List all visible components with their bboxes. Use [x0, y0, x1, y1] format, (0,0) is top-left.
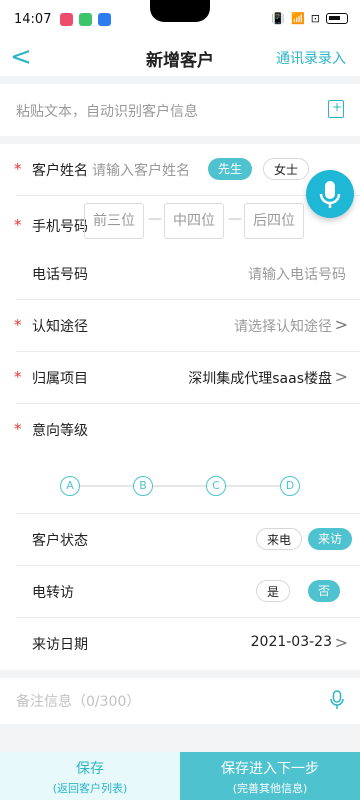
paste-icon[interactable] — [328, 100, 344, 118]
level-option-b[interactable]: B — [133, 476, 153, 496]
required-mark: * — [14, 420, 22, 438]
channel-select[interactable]: 请选择认知途径 — [234, 316, 332, 336]
voice-input-button[interactable] — [306, 170, 354, 218]
microphone-icon — [319, 181, 341, 208]
gender-mr-button[interactable]: 先生 — [208, 158, 253, 180]
status-indicators: 📳 📶 ⊡ — [271, 12, 348, 25]
save-next-button[interactable]: 保存进入下一步 (完善其他信息) — [180, 752, 360, 800]
level-option-d[interactable]: D — [280, 476, 300, 496]
status-visit-button[interactable]: 来访 — [308, 528, 353, 550]
project-select[interactable]: 深圳集成代理saas楼盘 — [188, 368, 332, 388]
camera-notch — [150, 0, 210, 22]
microphone-icon[interactable] — [330, 690, 344, 710]
save-label: 保存 — [76, 761, 104, 777]
note-field[interactable]: 备注信息（0/300） — [0, 678, 360, 724]
transfer-label: 电转访 — [32, 585, 74, 601]
required-mark: * — [14, 160, 22, 178]
mobile-separator: — — [148, 211, 162, 227]
mobile-part2-input[interactable]: 中四位 — [164, 203, 224, 239]
chevron-right-icon: > — [334, 315, 348, 334]
transfer-no-button[interactable]: 否 — [308, 580, 341, 602]
visit-date-value[interactable]: 2021-03-23 — [251, 634, 332, 650]
chevron-right-icon: > — [334, 367, 348, 386]
mobile-part3-input[interactable]: 后四位 — [244, 203, 304, 239]
gender-ms-button[interactable]: 女士 — [263, 158, 310, 180]
transfer-row: 电转访 是 否 — [16, 566, 360, 618]
cast-icon: ⊡ — [310, 12, 320, 25]
wifi-icon: 📶 — [291, 12, 305, 25]
project-label: 归属项目 — [32, 371, 88, 387]
note-placeholder: 备注信息（0/300） — [16, 694, 141, 710]
wechat-app-icon — [79, 13, 92, 26]
required-mark: * — [14, 368, 22, 386]
level-option-a[interactable]: A — [60, 476, 80, 496]
chevron-right-icon: > — [334, 633, 348, 652]
status-time: 14:07 — [14, 12, 52, 27]
battery-icon — [326, 13, 348, 24]
customer-form: * 客户姓名 请输入客户姓名 先生 女士 * 手机号码 前三位 — 中四位 — … — [0, 144, 360, 670]
nav-bar: < 新增客户 通讯录录入 — [0, 40, 360, 76]
mobile-label: 手机号码 — [32, 219, 88, 235]
status-call-button[interactable]: 来电 — [256, 528, 303, 550]
save-sublabel: (返回客户列表) — [52, 782, 128, 795]
phone-row[interactable]: 电话号码 请输入电话号码 — [16, 248, 360, 300]
paste-text-field[interactable]: 粘贴文本，自动识别客户信息 — [0, 84, 360, 136]
save-button[interactable]: 保存 (返回客户列表) — [0, 752, 180, 800]
status-app-icons — [60, 13, 111, 26]
level-label: 意向等级 — [32, 423, 88, 439]
phone-label: 电话号码 — [32, 267, 88, 283]
channel-row[interactable]: * 认知途径 请选择认知途径 > — [14, 300, 360, 352]
level-track[interactable]: A B C D — [60, 476, 300, 496]
visit-date-label: 来访日期 — [32, 637, 88, 653]
visit-date-row[interactable]: 来访日期 2021-03-23 > — [16, 618, 360, 670]
transfer-yes-button[interactable]: 是 — [256, 580, 291, 602]
save-next-label: 保存进入下一步 — [221, 761, 319, 777]
phone-input[interactable]: 请输入电话号码 — [248, 264, 346, 284]
video-app-icon — [60, 13, 73, 26]
name-label: 客户姓名 — [32, 163, 88, 179]
vibrate-icon: 📳 — [271, 12, 286, 25]
bottom-actions: 保存 (返回客户列表) 保存进入下一步 (完善其他信息) — [0, 752, 360, 800]
required-mark: * — [14, 216, 22, 234]
bluetooth-app-icon — [98, 13, 111, 26]
level-option-c[interactable]: C — [206, 476, 226, 496]
name-input[interactable]: 请输入客户姓名 — [92, 160, 190, 180]
mobile-part1-input[interactable]: 前三位 — [84, 203, 144, 239]
customer-status-label: 客户状态 — [32, 533, 88, 549]
customer-status-row: 客户状态 来电 来访 — [16, 514, 360, 566]
project-row[interactable]: * 归属项目 深圳集成代理saas楼盘 > — [14, 352, 360, 404]
mobile-separator: — — [228, 211, 242, 227]
level-row: * 意向等级 — [14, 404, 360, 514]
contacts-import-button[interactable]: 通讯录录入 — [276, 48, 346, 68]
paste-placeholder: 粘贴文本，自动识别客户信息 — [16, 104, 198, 120]
channel-label: 认知途径 — [32, 319, 88, 335]
required-mark: * — [14, 316, 22, 334]
save-next-sublabel: (完善其他信息) — [232, 782, 308, 795]
status-bar: 14:07 📳 📶 ⊡ — [0, 0, 360, 40]
